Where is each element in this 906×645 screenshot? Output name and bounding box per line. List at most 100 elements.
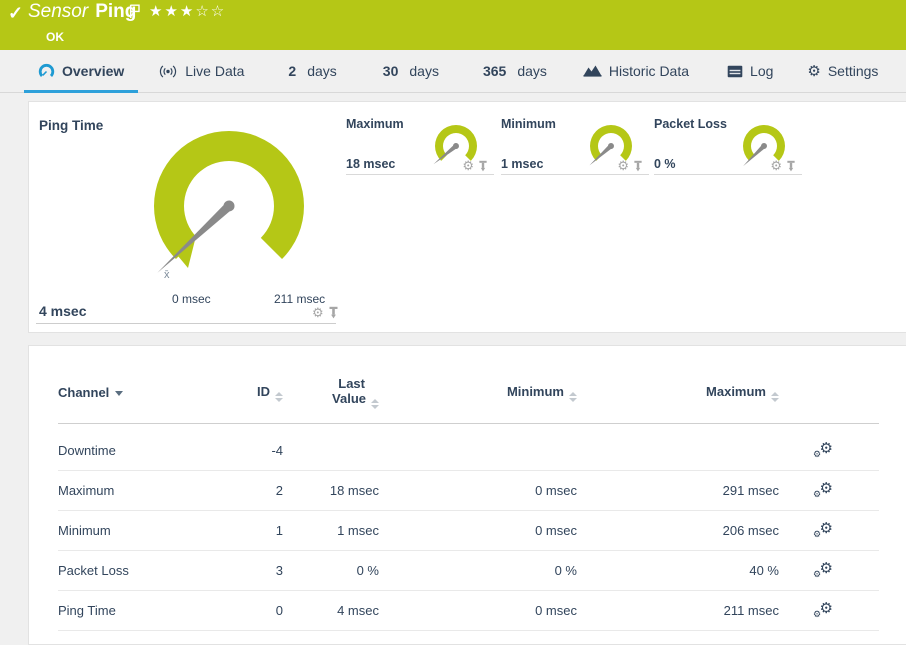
- mini-gauge-label: Maximum: [346, 117, 404, 131]
- column-label: Maximum: [706, 384, 766, 399]
- priority-stars[interactable]: ★★★☆☆: [149, 2, 226, 20]
- mini-gauge-label: Packet Loss: [654, 117, 727, 131]
- gauge-arc: [124, 126, 336, 288]
- cell-id: 3: [228, 551, 283, 591]
- mini-gauge-maximum: Maximum 18 msec ⚙: [346, 116, 494, 175]
- channel-settings-icon[interactable]: ⚙⚙: [813, 601, 833, 617]
- tab-label: days: [307, 63, 337, 79]
- sort-icon: [275, 392, 283, 402]
- tab-label: Historic Data: [609, 63, 689, 79]
- channel-settings-icon[interactable]: ⚙⚙: [813, 441, 833, 457]
- cell-last-value: 0 %: [283, 551, 379, 591]
- tab-number: 2: [288, 63, 296, 79]
- cell-id: 2: [228, 471, 283, 511]
- channels-panel: Channel ID Last Value Minimum Maximum Do…: [28, 345, 906, 645]
- pin-icon[interactable]: [478, 160, 488, 172]
- cell-maximum: [577, 424, 779, 471]
- page-title: SensorPing: [28, 1, 136, 23]
- pin-icon[interactable]: [786, 160, 796, 172]
- gauge-toolbar: ⚙: [617, 159, 643, 172]
- cell-id: 1: [228, 511, 283, 551]
- tab-overview[interactable]: Overview: [24, 50, 138, 92]
- column-header-actions: [779, 346, 879, 424]
- cell-maximum: 206 msec: [577, 511, 779, 551]
- cell-minimum: 0 msec: [379, 471, 577, 511]
- priority-flag-icon: [128, 4, 141, 19]
- tab-log[interactable]: Log: [727, 50, 773, 92]
- ping-time-value: 4 msec: [39, 303, 86, 319]
- cell-actions: ⚙⚙: [779, 471, 879, 511]
- tab-365-days[interactable]: 365 days: [483, 50, 547, 92]
- gauge-toolbar: ⚙: [770, 159, 796, 172]
- mini-gauge-label: Minimum: [501, 117, 556, 131]
- gear-icon[interactable]: ⚙: [462, 159, 474, 172]
- sort-desc-icon: [115, 391, 123, 396]
- area-chart-icon: [583, 64, 602, 78]
- cell-actions: ⚙⚙: [779, 511, 879, 551]
- tab-number: 365: [483, 63, 506, 79]
- gauge-icon: [38, 63, 55, 79]
- star-filled-icons[interactable]: ★★★: [149, 3, 195, 20]
- tab-number: 30: [383, 63, 399, 79]
- prtg-sensor-page: { "colors": { "brand_green": "#b5c716", …: [0, 0, 906, 597]
- cell-channel: Minimum: [58, 511, 228, 551]
- channel-settings-icon[interactable]: ⚙⚙: [813, 521, 833, 537]
- tab-label: days: [517, 63, 547, 79]
- divider: [36, 323, 336, 324]
- gear-icon[interactable]: ⚙: [770, 159, 782, 172]
- gear-icon[interactable]: ⚙: [312, 306, 324, 319]
- mini-gauge-packet-loss: Packet Loss 0 % ⚙: [654, 116, 802, 175]
- cell-maximum: 291 msec: [577, 471, 779, 511]
- gear-icon[interactable]: ⚙: [617, 159, 629, 172]
- cell-actions: ⚙⚙: [779, 424, 879, 471]
- cell-last-value: 1 msec: [283, 511, 379, 551]
- star-empty-icons[interactable]: ☆☆: [195, 3, 226, 20]
- tab-label: Log: [750, 63, 773, 79]
- tab-settings[interactable]: ⚙ Settings: [807, 50, 878, 92]
- status-ok-check-icon: ✓: [8, 3, 23, 24]
- table-row: Packet Loss 3 0 % 0 % 40 % ⚙⚙: [58, 551, 879, 591]
- cell-minimum: 0 %: [379, 551, 577, 591]
- average-marker: x̄: [164, 269, 170, 281]
- mini-gauge-minimum: Minimum 1 msec ⚙: [501, 116, 649, 175]
- column-header-id[interactable]: ID: [228, 346, 283, 424]
- column-header-channel[interactable]: Channel: [58, 346, 228, 424]
- channel-settings-icon[interactable]: ⚙⚙: [813, 481, 833, 497]
- mini-gauge-value: 0 %: [654, 157, 676, 171]
- column-header-maximum[interactable]: Maximum: [577, 346, 779, 424]
- column-header-last-value[interactable]: Last Value: [283, 346, 379, 424]
- table-row: Downtime -4 ⚙⚙: [58, 424, 879, 471]
- column-label: ID: [257, 384, 270, 399]
- cell-minimum: 0 msec: [379, 511, 577, 551]
- channel-settings-icon[interactable]: ⚙⚙: [813, 561, 833, 577]
- table-header-row: Channel ID Last Value Minimum Maximum: [58, 346, 879, 424]
- main-gauge-title: Ping Time: [39, 118, 103, 133]
- cell-channel: Maximum: [58, 471, 228, 511]
- cell-last-value: 18 msec: [283, 471, 379, 511]
- pin-icon[interactable]: [328, 306, 339, 319]
- channels-table: Channel ID Last Value Minimum Maximum Do…: [58, 346, 879, 631]
- gauge-scale-max: 211 msec: [274, 292, 325, 306]
- table-row: Minimum 1 1 msec 0 msec 206 msec ⚙⚙: [58, 511, 879, 551]
- tab-2-days[interactable]: 2 days: [288, 50, 336, 92]
- mini-gauge-value: 18 msec: [346, 157, 395, 171]
- sensor-header: ✓ SensorPing ★★★☆☆ OK: [0, 0, 906, 50]
- tab-label: days: [409, 63, 439, 79]
- tab-30-days[interactable]: 30 days: [383, 50, 439, 92]
- tab-label: Overview: [62, 63, 124, 79]
- sort-icon: [771, 392, 779, 402]
- pin-icon[interactable]: [633, 160, 643, 172]
- tab-live-data[interactable]: Live Data: [158, 50, 244, 92]
- log-list-icon: [727, 65, 743, 78]
- mini-gauge-value: 1 msec: [501, 157, 543, 171]
- cell-channel: Packet Loss: [58, 551, 228, 591]
- tab-historic-data[interactable]: Historic Data: [583, 50, 689, 92]
- column-label: Channel: [58, 385, 109, 400]
- column-label: Last: [338, 376, 379, 391]
- column-header-minimum[interactable]: Minimum: [379, 346, 577, 424]
- tab-label: Settings: [828, 63, 879, 79]
- gauges-panel: Ping Time x̄ 0 msec 211 msec 4 msec ⚙ Ma…: [28, 101, 906, 333]
- cell-id: -4: [228, 424, 283, 471]
- ping-time-gauge: x̄ 0 msec 211 msec: [124, 126, 336, 312]
- tab-label: Live Data: [185, 63, 244, 79]
